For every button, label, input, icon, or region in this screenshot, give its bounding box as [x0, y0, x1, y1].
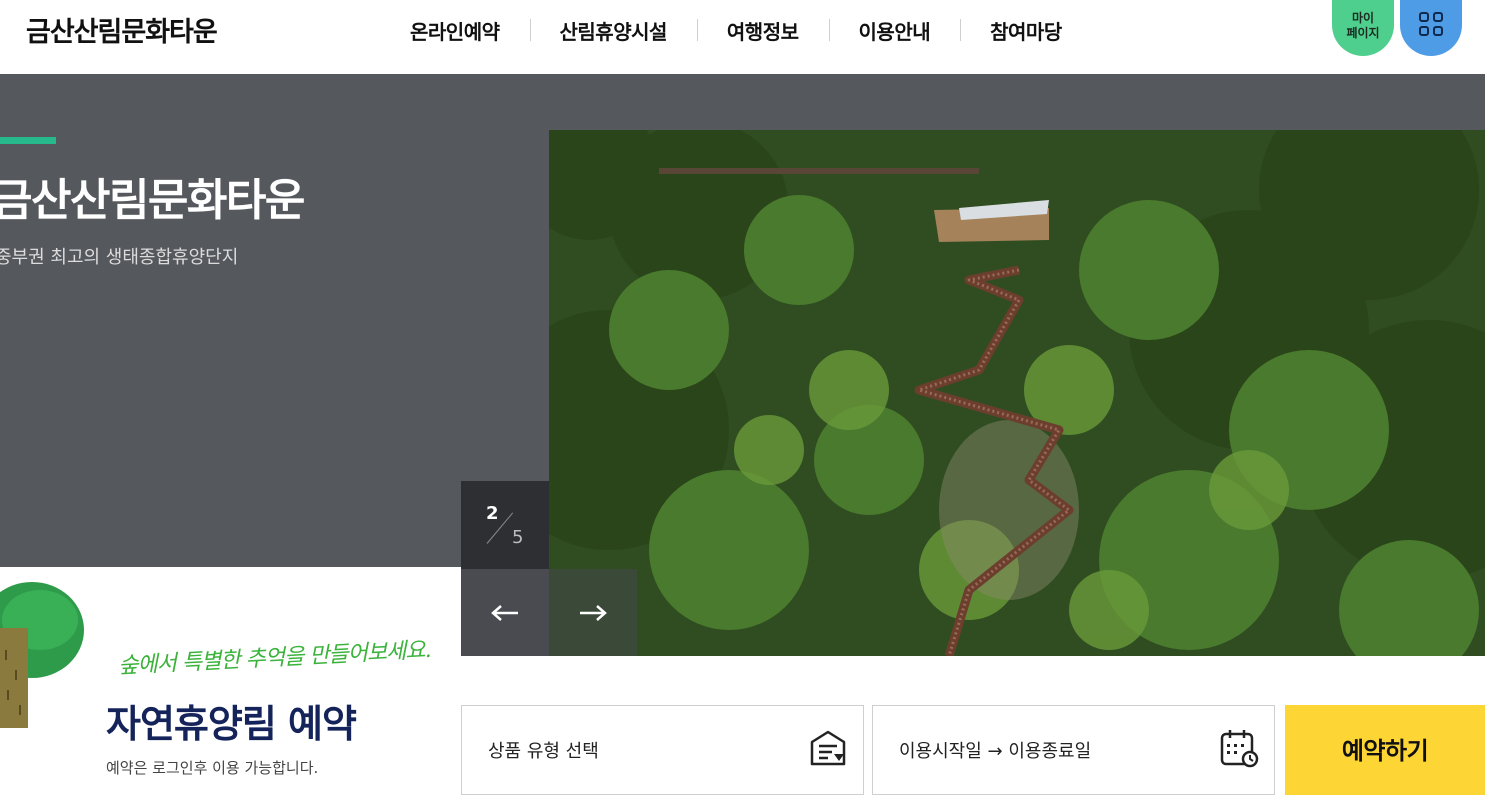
- hero-subtitle: 중부권 최고의 생태종합휴양단지: [0, 247, 239, 268]
- slide-counter: 2 5: [461, 481, 549, 569]
- hero-accent-bar: [0, 137, 56, 144]
- reservation-title: 자연휴양림 예약: [106, 702, 357, 746]
- main-navigation: 온라인예약 산림휴양시설 여행정보 이용안내 참여마당: [380, 0, 1092, 60]
- date-range-picker[interactable]: 이용시작일 → 이용종료일: [872, 705, 1275, 795]
- all-menu-button[interactable]: [1400, 0, 1462, 56]
- hero-title: 금산산림문화타운: [0, 175, 305, 226]
- nav-item-community[interactable]: 참여마당: [960, 16, 1092, 45]
- slide-prev-button[interactable]: [461, 569, 549, 656]
- nav-item-forest-facilities[interactable]: 산림휴양시설: [529, 16, 697, 45]
- calendar-clock-icon: [1220, 730, 1259, 768]
- slide-next-button[interactable]: [549, 569, 637, 656]
- tree-illustration: [0, 582, 84, 728]
- reservation-slogan: 숲에서 특별한 추억을 만들어보세요.: [117, 637, 432, 680]
- mypage-label-line1: 마이: [1351, 11, 1375, 25]
- product-type-select[interactable]: 상품 유형 선택: [461, 705, 864, 795]
- arrow-left-icon: [491, 604, 518, 621]
- slide-counter-total: 5: [512, 527, 524, 548]
- grid-icon: [1419, 12, 1444, 37]
- hero-slide-image: [549, 130, 1485, 656]
- slide-counter-current: 2: [486, 503, 499, 524]
- forest-photo: [549, 130, 1485, 656]
- reserve-button[interactable]: 예약하기: [1285, 705, 1485, 795]
- mypage-button[interactable]: 마이 페이지: [1332, 0, 1394, 56]
- arrow-right-icon: [580, 604, 607, 621]
- product-type-select-label: 상품 유형 선택: [488, 741, 599, 762]
- list-dropdown-icon: [810, 730, 846, 766]
- nav-item-usage-guide[interactable]: 이용안내: [828, 16, 961, 45]
- date-range-label: 이용시작일 → 이용종료일: [899, 741, 1092, 762]
- site-logo[interactable]: 금산산림문화타운: [26, 10, 218, 49]
- nav-item-online-reservation[interactable]: 온라인예약: [380, 16, 530, 45]
- mypage-label-line2: 페이지: [1346, 26, 1380, 40]
- site-header: 금산산림문화타운 온라인예약 산림휴양시설 여행정보 이용안내 참여마당 마이 …: [0, 0, 1485, 74]
- reservation-login-note: 예약은 로그인후 이용 가능합니다.: [106, 759, 319, 777]
- nav-item-travel-info[interactable]: 여행정보: [696, 16, 829, 45]
